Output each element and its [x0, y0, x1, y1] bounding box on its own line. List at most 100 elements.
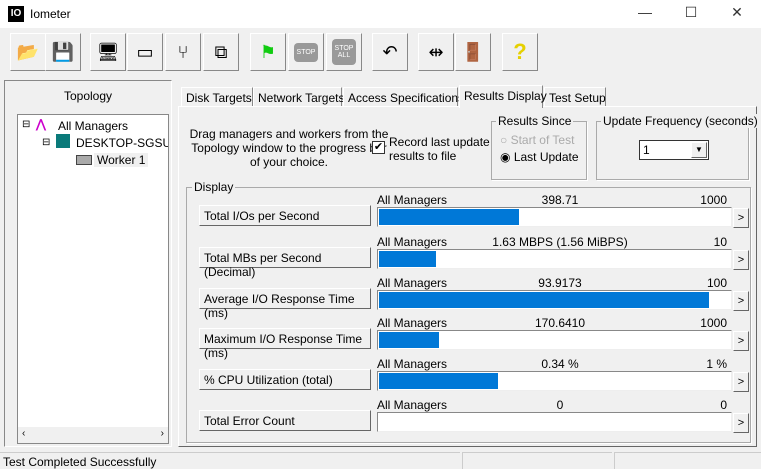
save-icon: 💾 [51, 41, 75, 62]
bar-source-label: All Managers [377, 193, 448, 207]
stop-all-button[interactable]: STOP ALL [326, 33, 362, 71]
new-disk-worker-button[interactable]: ▭ [127, 33, 163, 71]
progress-bar[interactable] [377, 330, 732, 350]
collapse-icon[interactable]: ⊟ [22, 119, 30, 130]
instructions-text: Drag managers and workers from the Topol… [189, 127, 389, 169]
update-frequency-group: Update Frequency (seconds) 1 ▼ [596, 114, 760, 180]
more-button[interactable]: > [733, 372, 749, 392]
help-icon: ? [513, 39, 527, 64]
tab-disk-targets[interactable]: Disk Targets [181, 87, 253, 107]
results-since-title: Results Since [496, 114, 574, 128]
update-frequency-title: Update Frequency (seconds) [601, 114, 760, 128]
more-button[interactable]: > [733, 291, 749, 311]
worker-icon [76, 155, 92, 165]
duplicate-worker-button[interactable]: ⧉ [203, 33, 239, 71]
radio-label: Start of Test [510, 133, 575, 147]
new-manager-button[interactable]: 🖥 [90, 33, 126, 71]
bar-source-label: All Managers [377, 235, 448, 249]
select-value: 1 [643, 143, 650, 157]
new-network-worker-icon: ⑂ [177, 41, 189, 62]
close-button[interactable]: ✕ [722, 4, 752, 24]
metric-button[interactable]: Total MBs per Second (Decimal) [199, 247, 371, 279]
computer-icon [56, 134, 70, 148]
horizontal-scrollbar[interactable]: ‹ › [18, 427, 168, 443]
bar-value: 93.9173 [538, 276, 582, 290]
results-since-group: Results Since ○ Start of Test ◉ Last Upd… [491, 114, 587, 180]
tab-results-display[interactable]: Results Display [459, 85, 547, 108]
new-network-worker-button[interactable]: ⑂ [165, 33, 201, 71]
save-button[interactable]: 💾 [45, 33, 81, 71]
bar-value: 398.71 [541, 193, 579, 207]
metric-button[interactable]: Maximum I/O Response Time (ms) [199, 328, 371, 360]
disconnect-icon: ⇹ [428, 41, 444, 62]
tab-access-specifications[interactable]: Access Specifications [343, 87, 464, 107]
tree-item-all-managers[interactable]: All Managers [58, 119, 128, 133]
app-icon: IO [8, 6, 24, 22]
scroll-left-icon[interactable]: ‹ [22, 428, 25, 439]
tree-item-worker[interactable]: Worker 1 [94, 153, 149, 167]
progress-fill [379, 332, 439, 348]
dropdown-arrow-icon[interactable]: ▼ [691, 142, 707, 158]
display-title: Display [192, 180, 236, 194]
new-disk-worker-icon: ▭ [136, 41, 154, 62]
more-button[interactable]: > [733, 208, 749, 228]
bar-max: 1000 [700, 316, 727, 330]
more-button[interactable]: > [733, 250, 749, 270]
stop-all-icon: STOP ALL [332, 39, 356, 65]
new-manager-icon: 🖥 [96, 41, 120, 62]
more-button[interactable]: > [733, 331, 749, 351]
more-button[interactable]: > [733, 413, 749, 433]
bar-source-label: All Managers [377, 316, 448, 330]
metric-button[interactable]: % CPU Utilization (total) [199, 369, 371, 390]
progress-bar[interactable] [377, 290, 732, 310]
radio-last-update[interactable]: ◉ Last Update [500, 150, 579, 164]
progress-fill [379, 209, 519, 225]
progress-bar[interactable] [377, 249, 732, 269]
open-icon: 📂 [16, 41, 40, 62]
bar-source-label: All Managers [377, 398, 448, 412]
scroll-right-icon[interactable]: › [161, 428, 164, 439]
metric-button[interactable]: Total I/Os per Second [199, 205, 371, 226]
bar-max: 10 [713, 235, 727, 249]
exit-door-button[interactable]: 🚪 [455, 33, 491, 71]
disconnect-button[interactable]: ⇹ [418, 33, 454, 71]
radio-start-of-test[interactable]: ○ Start of Test [500, 133, 574, 147]
stop-button[interactable]: STOP [288, 33, 324, 71]
tab-network-targets[interactable]: Network Targets [253, 87, 344, 107]
progress-bar[interactable] [377, 371, 732, 391]
start-flag-button[interactable]: ⚑ [250, 33, 286, 71]
duplicate-worker-icon: ⧉ [214, 41, 228, 62]
reset-workers-button[interactable]: ↶ [372, 33, 408, 71]
minimize-button[interactable]: — [630, 4, 660, 24]
stop-icon: STOP [294, 42, 318, 62]
tab-test-setup[interactable]: Test Setup [544, 87, 606, 107]
progress-fill [379, 373, 499, 389]
bar-max: 0 [720, 398, 727, 412]
bar-value: 170.6410 [534, 316, 586, 330]
start-flag-icon: ⚑ [259, 41, 277, 62]
update-frequency-select[interactable]: 1 ▼ [639, 140, 709, 160]
tree-item-manager[interactable]: DESKTOP-SGSU4 [76, 136, 168, 150]
bar-source-label: All Managers [377, 276, 448, 290]
help-button[interactable]: ? [502, 33, 538, 71]
record-checkbox[interactable]: ✔ [372, 141, 385, 154]
bar-source-label: All Managers [377, 357, 448, 371]
topology-pane: Topology ⊟ ⋀ All Managers ⊟ DESKTOP-SGSU… [4, 80, 172, 447]
progress-fill [379, 251, 437, 267]
progress-bar[interactable] [377, 207, 732, 227]
record-label: Record last update results to file [389, 135, 490, 163]
bar-value: 0.34 % [541, 357, 579, 371]
collapse-icon[interactable]: ⊟ [42, 137, 50, 148]
bar-max: 100 [706, 276, 727, 290]
managers-icon: ⋀ [36, 117, 46, 131]
bar-value: 0 [556, 398, 564, 412]
radio-label: Last Update [513, 150, 579, 164]
bar-max: 1000 [700, 193, 727, 207]
maximize-button[interactable]: ☐ [676, 4, 706, 24]
open-button[interactable]: 📂 [10, 33, 46, 71]
metric-button[interactable]: Total Error Count [199, 410, 371, 431]
exit-door-icon: 🚪 [461, 41, 485, 62]
metric-button[interactable]: Average I/O Response Time (ms) [199, 288, 371, 320]
title-bar: IO Iometer — ☐ ✕ [0, 0, 761, 28]
progress-bar[interactable] [377, 412, 732, 432]
